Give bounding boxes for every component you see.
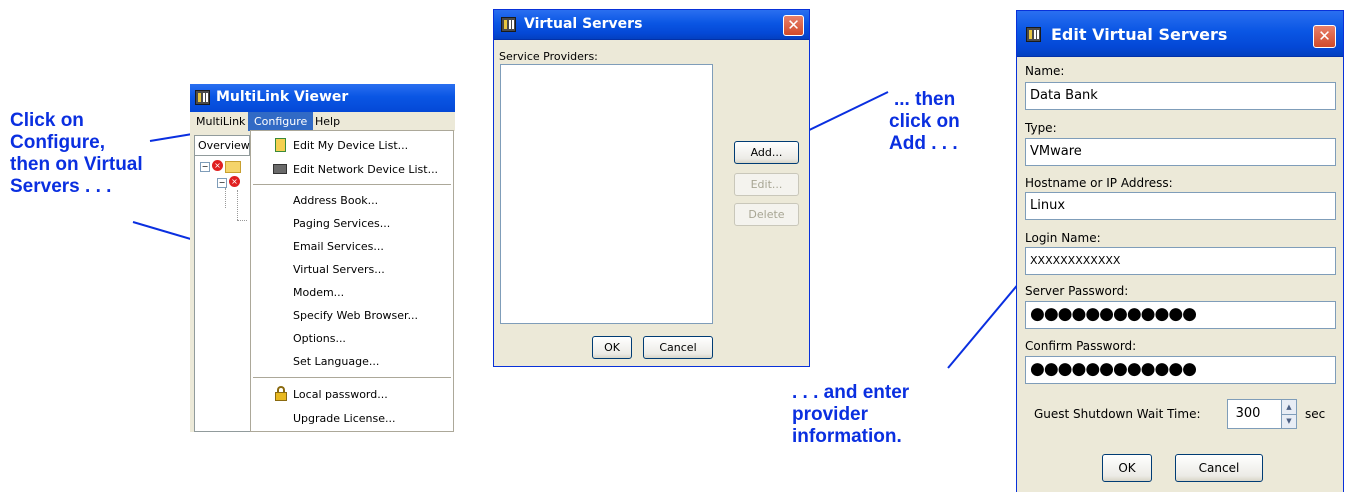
- service-providers-list[interactable]: [500, 64, 713, 324]
- edit-button[interactable]: Edit...: [734, 173, 799, 196]
- close-button[interactable]: ✕: [1313, 25, 1336, 48]
- multilink-window: MultiLink Viewer MultiLink Configure Hel…: [190, 80, 455, 432]
- multilink-menubar: MultiLink Configure Help: [190, 112, 455, 131]
- error-icon: ×: [212, 160, 223, 171]
- multilink-titlebar: MultiLink Viewer: [190, 84, 455, 112]
- edit-virtual-servers-dialog: Edit Virtual Servers ✕ Name: Data Bank T…: [1016, 10, 1344, 492]
- edit-virtual-servers-titlebar: Edit Virtual Servers ✕: [1017, 11, 1343, 57]
- menu-item-specify-web-browser[interactable]: Specify Web Browser...: [251, 304, 453, 327]
- device-list-icon: [275, 138, 286, 152]
- stepper-up-icon[interactable]: ▲: [1282, 400, 1296, 415]
- multilink-content: Overview − × − ×: [190, 131, 254, 432]
- menu-item-upgrade-license[interactable]: Upgrade License...: [251, 407, 453, 430]
- menu-item-options[interactable]: Options...: [251, 327, 453, 350]
- multilink-app-icon: [195, 90, 210, 105]
- menu-configure[interactable]: Configure: [248, 112, 314, 131]
- hostname-field[interactable]: Linux: [1025, 192, 1336, 220]
- type-field[interactable]: VMware: [1025, 138, 1336, 166]
- service-providers-label: Service Providers:: [499, 50, 598, 63]
- menu-item-address-book[interactable]: Address Book...: [251, 189, 453, 212]
- wait-time-stepper[interactable]: ▲ ▼: [1281, 399, 1297, 429]
- cancel-button[interactable]: Cancel: [1175, 454, 1263, 482]
- type-label: Type:: [1025, 121, 1057, 135]
- wait-time-field[interactable]: 300: [1227, 399, 1283, 429]
- server-password-field[interactable]: ●●●●●●●●●●●●: [1025, 301, 1336, 329]
- wait-time-label: Guest Shutdown Wait Time:: [1034, 407, 1201, 421]
- menu-multilink[interactable]: MultiLink: [196, 112, 245, 131]
- tree-line: [237, 190, 239, 220]
- virtual-servers-dialog: Virtual Servers ✕ Service Providers: Add…: [493, 9, 810, 367]
- menu-item-virtual-servers[interactable]: Virtual Servers...: [251, 258, 453, 281]
- wait-unit-label: sec: [1305, 407, 1326, 421]
- hostname-label: Hostname or IP Address:: [1025, 176, 1173, 190]
- virtual-servers-title: Virtual Servers: [524, 16, 643, 32]
- menu-item-email-services[interactable]: Email Services...: [251, 235, 453, 258]
- confirm-password-field[interactable]: ●●●●●●●●●●●●: [1025, 356, 1336, 384]
- menu-item-paging-services[interactable]: Paging Services...: [251, 212, 453, 235]
- login-name-field[interactable]: XXXXXXXXXXXX: [1025, 247, 1336, 275]
- device-tree: − × − ×: [194, 155, 254, 432]
- network-device-icon: [273, 164, 287, 174]
- menu-item-edit-my-device-list[interactable]: Edit My Device List...: [251, 134, 453, 157]
- callout-click-configure: Click on Configure, then on Virtual Serv…: [10, 110, 143, 197]
- menu-item-set-language[interactable]: Set Language...: [251, 350, 453, 373]
- callout-click-add: ... then click on Add . . .: [889, 89, 960, 154]
- cancel-button[interactable]: Cancel: [643, 336, 713, 359]
- menu-separator: [253, 377, 451, 378]
- menu-separator: [253, 184, 451, 185]
- server-password-label: Server Password:: [1025, 284, 1129, 298]
- app-icon: [501, 17, 516, 32]
- confirm-password-label: Confirm Password:: [1025, 339, 1137, 353]
- login-name-label: Login Name:: [1025, 231, 1101, 245]
- menu-item-edit-network-device-list[interactable]: Edit Network Device List...: [251, 158, 453, 181]
- menu-help[interactable]: Help: [315, 112, 340, 131]
- add-button[interactable]: Add...: [734, 141, 799, 164]
- tree-expand-icon[interactable]: −: [200, 162, 210, 172]
- menu-item-local-password[interactable]: Local password...: [251, 383, 453, 406]
- virtual-servers-titlebar: Virtual Servers ✕: [494, 10, 809, 40]
- name-field[interactable]: Data Bank: [1025, 82, 1336, 110]
- delete-button[interactable]: Delete: [734, 203, 799, 226]
- ok-button[interactable]: OK: [592, 336, 632, 359]
- error-icon: ×: [229, 176, 240, 187]
- tree-line: [225, 188, 227, 208]
- tree-line: [237, 220, 247, 222]
- callout-enter-info: . . . and enter provider information.: [792, 382, 910, 447]
- stepper-down-icon[interactable]: ▼: [1282, 414, 1296, 428]
- lock-icon: [275, 392, 287, 401]
- tree-expand-icon[interactable]: −: [217, 178, 227, 188]
- menu-item-modem[interactable]: Modem...: [251, 281, 453, 304]
- folder-icon: [225, 161, 241, 173]
- multilink-title: MultiLink Viewer: [216, 89, 349, 105]
- name-label: Name:: [1025, 64, 1065, 78]
- configure-menu: Edit My Device List... Edit Network Devi…: [250, 130, 454, 432]
- lock-shackle-icon: [277, 386, 285, 393]
- close-button[interactable]: ✕: [783, 15, 804, 36]
- app-icon: [1026, 27, 1041, 42]
- edit-virtual-servers-title: Edit Virtual Servers: [1051, 25, 1228, 44]
- tab-overview[interactable]: Overview: [194, 135, 250, 155]
- ok-button[interactable]: OK: [1102, 454, 1152, 482]
